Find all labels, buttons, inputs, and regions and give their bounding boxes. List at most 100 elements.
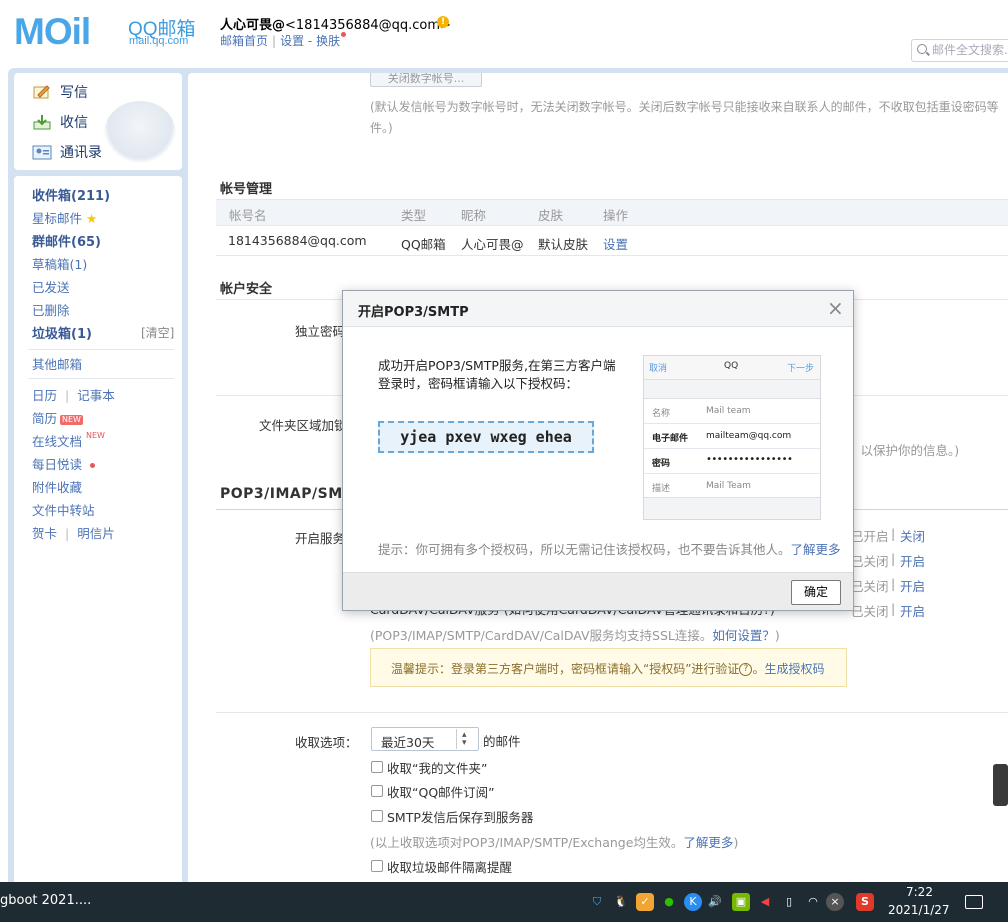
speaker-icon[interactable]: 🔊: [706, 893, 724, 911]
notification-center-icon[interactable]: [965, 895, 983, 909]
account-settings-link[interactable]: 设置: [603, 234, 628, 253]
ssl-note: (POP3/IMAP/SMTP/CardDAV/CalDAV服务均支持SSL连接…: [370, 625, 780, 644]
link-skin[interactable]: 换肤: [316, 34, 340, 48]
pop-imap-smtp-title: POP3/IMAP/SM: [220, 486, 343, 502]
authorization-code[interactable]: yjea pxev wxeg ehea: [378, 421, 594, 453]
write-button[interactable]: 写信: [32, 82, 88, 102]
receive-label: 收信: [60, 115, 88, 131]
service-toggle-2[interactable]: 开启: [900, 551, 925, 570]
sidebar-item-starred[interactable]: 星标邮件 ★: [32, 208, 97, 227]
volume-muted-icon[interactable]: ◀: [756, 893, 774, 911]
sidebar-item-cards[interactable]: 贺卡: [32, 526, 57, 541]
new-badge: NEW: [86, 431, 105, 440]
ssl-note-close: ): [774, 628, 780, 643]
qq-subscription-checkbox[interactable]: [371, 785, 383, 797]
col-account-name: 帐号名: [229, 208, 267, 223]
spam-reminder-checkbox[interactable]: [371, 860, 383, 872]
sidebar-item-deleted[interactable]: 已删除: [32, 300, 70, 319]
star-icon: ★: [86, 211, 98, 226]
contacts-label: 通讯录: [60, 145, 102, 161]
service-toggle-1[interactable]: 关闭: [900, 526, 925, 545]
sidebar-item-online-docs[interactable]: 在线文档 NEW: [32, 431, 105, 450]
inbox-download-icon: [33, 115, 51, 130]
sidebar-item-group[interactable]: 群邮件(65): [32, 231, 101, 250]
generate-auth-code-link[interactable]: 生成授权码: [764, 662, 824, 676]
warm-tip-period: 。: [752, 662, 765, 676]
qq-penguin-icon[interactable]: 🐧: [612, 893, 630, 911]
ssl-setup-link[interactable]: 如何设置？: [712, 628, 775, 643]
my-folders-label[interactable]: 收取“我的文件夹”: [387, 758, 487, 777]
wifi-icon[interactable]: ◠: [804, 893, 822, 911]
folder-sidebar: 收件箱(211) 星标邮件 ★ 群邮件(65) 草稿箱(1) 已发送 已删除 垃…: [14, 176, 182, 888]
qq-mail-logo[interactable]: MOil: [14, 12, 126, 52]
qq-subscription-label[interactable]: 收取“QQ邮件订阅”: [387, 782, 495, 801]
receive-button[interactable]: 收信: [32, 112, 88, 132]
sidebar-tools-row-2: 贺卡 | 明信片: [32, 523, 115, 542]
sidebar-item-file-transfer[interactable]: 文件中转站: [32, 500, 95, 519]
clock-date[interactable]: 2021/1/27: [888, 903, 950, 917]
wechat-icon[interactable]: ●: [660, 893, 678, 911]
nvidia-icon[interactable]: ▣: [732, 893, 750, 911]
contacts-button[interactable]: 通讯录: [32, 142, 102, 162]
service-status-4: 已关闭: [851, 604, 889, 619]
dialog-title: 开启POP3/SMTP: [358, 305, 469, 320]
select-divider: [456, 729, 457, 749]
warm-tip-box: 温馨提示：登录第三方客户端时，密码框请输入“授权码”进行验证? 。生成授权码: [370, 648, 847, 687]
warning-icon[interactable]: !: [437, 16, 449, 28]
sidebar-divider: [28, 378, 174, 379]
sidebar-item-notes[interactable]: 记事本: [77, 388, 115, 403]
sidebar-item-other-mailboxes[interactable]: 其他邮箱: [32, 354, 82, 373]
usb-icon[interactable]: ▯: [780, 893, 798, 911]
link-dash: -: [307, 34, 313, 48]
col-action: 操作: [603, 208, 629, 223]
close-numeric-account-button[interactable]: 关闭数字帐号...: [370, 73, 482, 87]
sidebar-item-calendar[interactable]: 日历: [32, 388, 57, 403]
learn-more-link[interactable]: 了解更多: [683, 835, 733, 850]
new-badge: NEW: [60, 414, 83, 425]
penguin-watermark-icon: [104, 101, 176, 165]
service-toggle-4[interactable]: 开启: [900, 601, 925, 620]
spam-reminder-label[interactable]: 收取垃圾邮件隔离提醒: [387, 857, 512, 876]
clock-time[interactable]: 7:22: [906, 885, 933, 899]
sidebar-item-spam[interactable]: 垃圾箱(1): [32, 323, 92, 342]
receive-range-select[interactable]: 最近30天 ▴ ▾: [371, 727, 479, 751]
sidebar-item-postcards[interactable]: 明信片: [77, 526, 115, 541]
phone-title: QQ: [724, 361, 739, 371]
spam-clear-link[interactable]: [清空]: [141, 324, 174, 341]
my-folders-checkbox[interactable]: [371, 761, 383, 773]
k-app-icon[interactable]: K: [684, 893, 702, 911]
sidebar-item-resume[interactable]: 简历 NEW: [32, 408, 83, 427]
smtp-save-checkbox[interactable]: [371, 810, 383, 822]
service-toggle-3[interactable]: 开启: [900, 576, 925, 595]
col-skin: 皮肤: [538, 208, 564, 223]
phone-row-divider: [644, 423, 820, 424]
close-circle-icon[interactable]: ×: [826, 893, 844, 911]
sidebar-item-inbox[interactable]: 收件箱(211): [32, 185, 110, 204]
sogou-input-icon[interactable]: S: [856, 893, 874, 911]
dialog-header: 开启POP3/SMTP ×: [343, 291, 853, 327]
link-mail-home[interactable]: 邮箱首页: [220, 34, 268, 48]
ok-button[interactable]: 确定: [791, 580, 841, 605]
sidebar-item-drafts[interactable]: 草稿箱(1): [32, 254, 87, 273]
dialog-learn-more-link[interactable]: 了解更多: [791, 542, 841, 557]
security-guard-icon[interactable]: ✓: [636, 893, 654, 911]
receive-suffix: 的邮件: [483, 734, 521, 749]
phone-row-label: 密码: [652, 459, 671, 469]
taskbar-app-title[interactable]: gboot 2021....: [0, 893, 91, 908]
sidebar-item-attachments[interactable]: 附件收藏: [32, 477, 82, 496]
link-settings[interactable]: 设置: [280, 34, 304, 48]
close-icon[interactable]: ×: [827, 297, 844, 319]
smtp-save-label[interactable]: SMTP发信后保存到服务器: [387, 807, 533, 826]
sidebar-item-daily-read[interactable]: 每日悦读: [32, 454, 95, 473]
sidebar-item-sent[interactable]: 已发送: [32, 277, 70, 296]
help-icon[interactable]: ?: [739, 663, 753, 676]
scrollbar-handle[interactable]: [993, 764, 1008, 806]
receive-options-note-text: (以上收取选项对POP3/IMAP/SMTP/Exchange均生效。: [370, 835, 684, 850]
link-separator: |: [272, 34, 277, 48]
account-row-skin: 默认皮肤: [538, 237, 589, 252]
shield-icon[interactable]: ⛉: [588, 893, 606, 911]
windows-taskbar: gboot 2021.... ⛉ 🐧 ✓ ● K 🔊 ▣ ◀ ▯ ◠ × S 7…: [0, 882, 1008, 922]
sidebar-divider: [28, 349, 174, 350]
sidebar-tools-row-1: 日历 | 记事本: [32, 385, 115, 404]
service-status-2: 已关闭: [851, 554, 889, 569]
